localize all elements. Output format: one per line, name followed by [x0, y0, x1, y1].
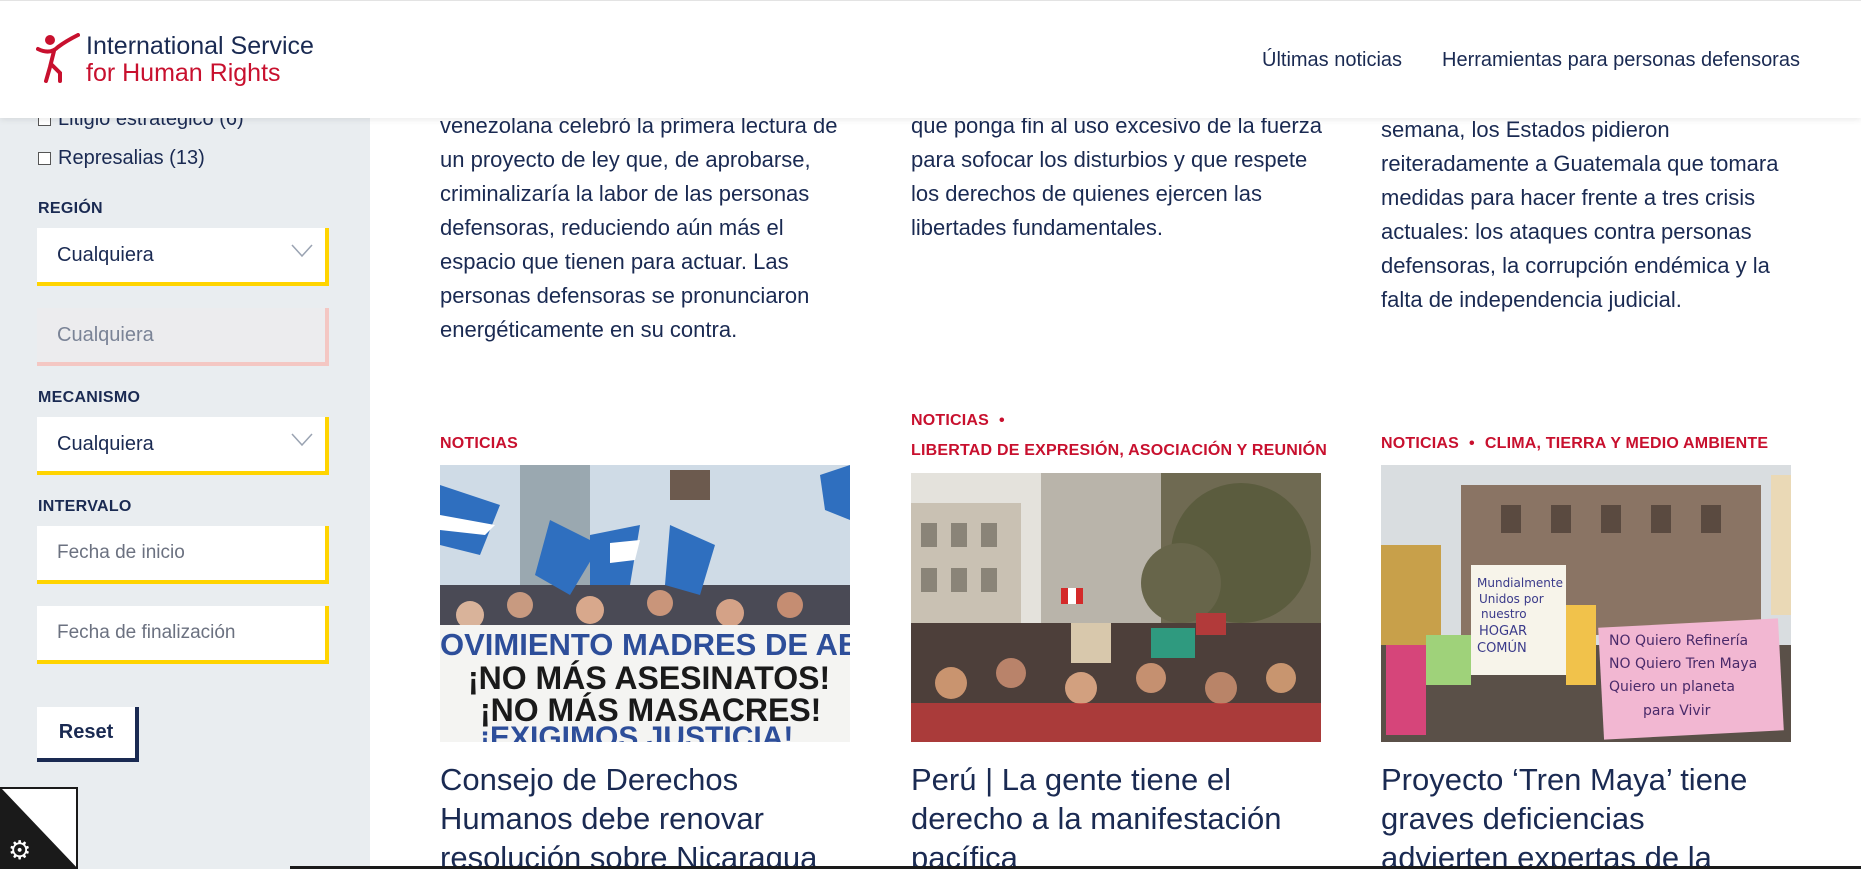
chevron-down-icon — [291, 433, 313, 447]
fecha-fin-input[interactable]: Fecha de finalización — [37, 606, 329, 664]
excerpt-line: falta de independencia judicial. — [1381, 287, 1682, 312]
excerpt-line: actuales: los ataques contra personas — [1381, 219, 1752, 244]
card-3-title[interactable]: Proyecto ‘Tren Maya’ tiene graves defici… — [1381, 760, 1747, 869]
filter-sidebar: Litigio estratégico (6) Represalias (13)… — [0, 0, 370, 869]
card-3-image[interactable]: Mundialmente Unidos por nuestro HOGAR CO… — [1381, 465, 1791, 742]
logo-text[interactable]: International Service for Human Rights — [86, 33, 314, 87]
sign-text: COMÚN — [1477, 640, 1527, 656]
card-2-title[interactable]: Perú | La gente tiene el derecho a la ma… — [911, 760, 1282, 869]
checkbox-box[interactable] — [38, 152, 51, 165]
excerpt-line: medidas para hacer frente a tres crisis — [1381, 185, 1756, 210]
sign-text: nuestro — [1481, 607, 1527, 621]
sign-text: HOGAR — [1479, 624, 1527, 639]
nav-ultimas-noticias[interactable]: Últimas noticias — [1262, 49, 1402, 72]
region-select-value: Cualquiera — [57, 243, 154, 266]
title-line: Proyecto ‘Tren Maya’ tiene — [1381, 762, 1748, 797]
protest-photo-tren-maya: Mundialmente Unidos por nuestro HOGAR CO… — [1381, 465, 1791, 742]
excerpt-line: para sofocar los disturbios y que respet… — [911, 147, 1308, 172]
title-line: pacífica — [911, 840, 1018, 869]
fecha-inicio-placeholder: Fecha de inicio — [57, 542, 185, 563]
checkbox-represalias[interactable]: Represalias (13) — [38, 147, 205, 170]
protest-photo-peru — [911, 473, 1321, 742]
title-line: graves deficiencias — [1381, 801, 1645, 836]
excerpt-line: semana, los Estados pidieron — [1381, 117, 1670, 142]
title-line: derecho a la manifestación — [911, 801, 1282, 836]
card-2-image[interactable] — [911, 473, 1321, 742]
excerpt-line: espacio que tienen para actuar. Las — [440, 249, 789, 274]
excerpt-line: energéticamente en su contra. — [440, 317, 738, 342]
sign-text: NO Quiero Tren Maya — [1609, 656, 1757, 672]
title-line: advierten expertas de la — [1381, 840, 1712, 869]
logo-line-2: for Human Rights — [86, 59, 281, 87]
region-label: REGIÓN — [38, 200, 103, 217]
chevron-down-icon — [291, 244, 313, 258]
sign-text: Unidos por — [1479, 592, 1544, 606]
mecanismo-select-value: Cualquiera — [57, 432, 154, 455]
tag-link[interactable]: CLIMA, TIERRA Y MEDIO AMBIENTE — [1485, 435, 1768, 452]
title-line: Perú | La gente tiene el — [911, 762, 1232, 797]
tag-separator: • — [1469, 435, 1475, 452]
title-line: Humanos debe renovar — [440, 801, 764, 836]
excerpt-line: los derechos de quienes ejercen las — [911, 181, 1263, 206]
sign-text: Quiero un planeta — [1609, 679, 1735, 695]
logo-figure-icon[interactable] — [36, 33, 80, 83]
region-select[interactable]: Cualquiera — [37, 228, 329, 286]
card-1-title[interactable]: Consejo de Derechos Humanos debe renovar… — [440, 760, 817, 869]
card-1-tags: NOTICIAS — [440, 429, 518, 459]
sign-text: Mundialmente — [1477, 576, 1563, 590]
banner-text: ¡EXIGIMOS JUSTICIA! — [480, 721, 793, 742]
sign-text: para Vivir — [1643, 703, 1711, 719]
banner-text: ¡NO MÁS ASESINATOS! — [468, 660, 830, 696]
excerpt-line: defensoras, reduciendo aún más el — [440, 215, 784, 240]
nav-herramientas[interactable]: Herramientas para personas defensoras — [1442, 49, 1800, 72]
tag-link[interactable]: NOTICIAS — [440, 435, 518, 452]
title-line: Consejo de Derechos — [440, 762, 739, 797]
protest-photo-nicaragua: OVIMIENTO MADRES DE AB ¡NO MÁS ASESINATO… — [440, 465, 850, 742]
sign-text: NO Quiero Refinería — [1609, 633, 1748, 649]
excerpt-line: criminalizaría la labor de las personas — [440, 181, 810, 206]
excerpt-line: reiteradamente a Guatemala que tomara — [1381, 151, 1779, 176]
region-sub-select-value: Cualquiera — [57, 323, 154, 346]
gear-icon: ⚙ — [8, 835, 32, 865]
region-sub-select[interactable]: Cualquiera — [37, 308, 329, 366]
banner-text: OVIMIENTO MADRES DE AB — [440, 627, 850, 662]
mecanismo-label: MECANISMO — [38, 389, 141, 406]
reset-button[interactable]: Reset — [37, 707, 139, 762]
intervalo-label: INTERVALO — [38, 498, 132, 515]
card-3-tags: NOTICIAS • CLIMA, TIERRA Y MEDIO AMBIENTE — [1381, 429, 1768, 459]
tag-separator: • — [999, 412, 1005, 429]
excerpt-line: defensoras, la corrupción endémica y la — [1381, 253, 1770, 278]
excerpt-line: personas defensoras se pronunciaron — [440, 283, 810, 308]
excerpt-line: libertades fundamentales. — [911, 215, 1163, 240]
checkbox-label: Represalias (13) — [58, 147, 205, 169]
cookie-settings-button[interactable]: ⚙ — [0, 787, 78, 869]
card-2-excerpt: que ponga fin al uso excesivo de la fuer… — [911, 109, 1322, 245]
mecanismo-select[interactable]: Cualquiera — [37, 417, 329, 475]
fecha-inicio-input[interactable]: Fecha de inicio — [37, 526, 329, 584]
title-line: resolución sobre Nicaragua — [440, 840, 818, 869]
tag-link[interactable]: LIBERTAD DE EXPRESIÓN, ASOCIACIÓN Y REUN… — [911, 442, 1327, 459]
fecha-fin-placeholder: Fecha de finalización — [57, 622, 236, 643]
card-1-image[interactable]: OVIMIENTO MADRES DE AB ¡NO MÁS ASESINATO… — [440, 465, 850, 742]
tag-link[interactable]: NOTICIAS — [1381, 435, 1459, 452]
card-2-tags: NOTICIAS • LIBERTAD DE EXPRESIÓN, ASOCIAC… — [911, 406, 1327, 466]
card-3-excerpt: semana, los Estados pidieron reiteradame… — [1381, 113, 1778, 317]
logo-line-1: International Service — [86, 32, 314, 60]
excerpt-line: un proyecto de ley que, de aprobarse, — [440, 147, 811, 172]
tag-link[interactable]: NOTICIAS — [911, 412, 989, 429]
card-1-excerpt: venezolana celebró la primera lectura de… — [440, 109, 837, 347]
site-header: International Service for Human Rights Ú… — [0, 0, 1861, 118]
